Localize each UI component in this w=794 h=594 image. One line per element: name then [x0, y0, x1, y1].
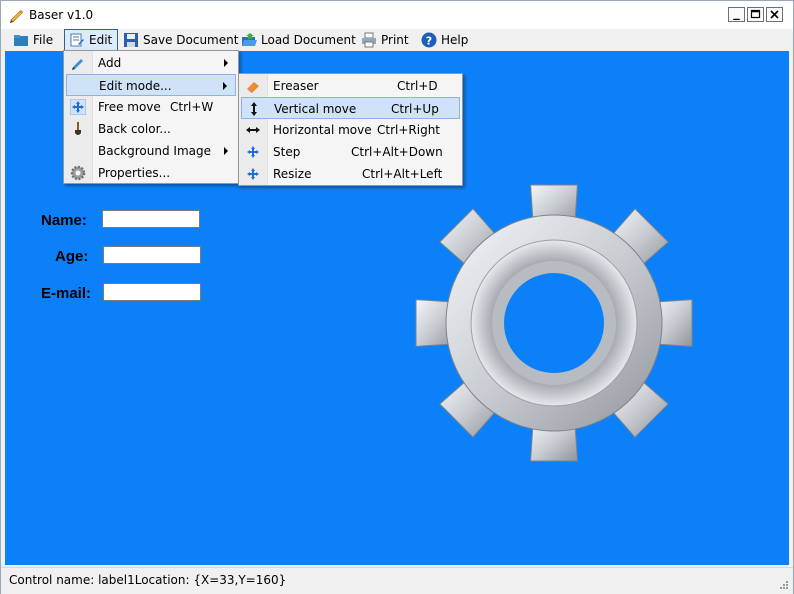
app-window: Baser v1.0 _ File Edit Save Document Loa… — [0, 0, 794, 594]
edit-menu-add-label: Add — [98, 56, 122, 70]
close-icon — [770, 10, 779, 19]
email-label: E-mail: — [41, 285, 92, 302]
status-text: Control name: label1Location: {X=33,Y=16… — [9, 573, 287, 587]
name-label: Name: — [41, 212, 87, 229]
edit-mode-submenu: Ereaser Ctrl+D Vertical move Ctrl+Up Hor… — [238, 73, 463, 186]
edit-mode-resize-shortcut: Ctrl+Alt+Left — [362, 167, 443, 181]
edit-menu-background-image-label: Background Image — [98, 144, 211, 158]
menu-edit-label: Edit — [89, 33, 113, 47]
svg-text:?: ? — [426, 35, 432, 48]
age-input[interactable] — [103, 246, 201, 264]
name-input[interactable] — [102, 210, 200, 228]
edit-mode-horizontal-move-label: Horizontal move — [273, 123, 372, 137]
edit-mode-resize-label: Resize — [273, 167, 312, 181]
folder-icon — [14, 35, 28, 46]
menu-file-label: File — [33, 33, 54, 47]
email-input[interactable] — [103, 283, 201, 301]
edit-mode-ereaser-label: Ereaser — [273, 79, 319, 93]
menu-help[interactable]: ? Help — [421, 29, 468, 51]
edit-mode-vertical-move-label: Vertical move — [274, 102, 357, 116]
submenu-arrow-icon — [223, 82, 227, 90]
edit-mode-step-label: Step — [273, 145, 301, 159]
edit-mode-step[interactable]: Step Ctrl+Alt+Down — [241, 141, 460, 163]
edit-menu-dropdown: Add Edit mode... Free move Ctrl+W Back c… — [63, 50, 239, 184]
printer-icon — [362, 32, 376, 48]
gear-icon — [415, 184, 693, 462]
edit-menu-background-image[interactable]: Background Image — [66, 140, 236, 162]
window-title: Baser v1.0 — [29, 8, 94, 22]
edit-menu-properties-label: Properties... — [98, 166, 171, 180]
open-folder-icon — [242, 33, 257, 46]
help-icon: ? — [421, 32, 437, 48]
submenu-arrow-icon — [224, 147, 228, 155]
minimize-icon: _ — [733, 6, 740, 21]
edit-menu-add[interactable]: Add — [66, 52, 236, 74]
move-arrows-icon — [70, 99, 86, 115]
minimize-button[interactable]: _ — [728, 6, 745, 22]
close-button[interactable] — [766, 7, 783, 22]
age-label: Age: — [55, 248, 89, 265]
pencil-icon — [10, 10, 23, 23]
edit-mode-horizontal-move-shortcut: Ctrl+Right — [377, 123, 441, 137]
vertical-arrow-icon — [251, 102, 257, 116]
edit-menu-edit-mode-label: Edit mode... — [99, 79, 172, 93]
edit-mode-ereaser[interactable]: Ereaser Ctrl+D — [241, 75, 460, 97]
edit-menu-free-move-shortcut: Ctrl+W — [170, 100, 214, 114]
menu-save-label: Save Document — [143, 33, 239, 47]
edit-menu-free-move-label: Free move — [98, 100, 161, 114]
menu-print[interactable]: Print — [361, 29, 409, 51]
eraser-icon — [247, 82, 259, 93]
maximize-icon — [750, 9, 761, 19]
edit-mode-ereaser-shortcut: Ctrl+D — [397, 79, 438, 93]
brush-icon — [75, 122, 81, 135]
menu-load-document[interactable]: Load Document — [241, 29, 356, 51]
edit-mode-vertical-move-shortcut: Ctrl+Up — [391, 102, 439, 116]
menu-help-label: Help — [441, 33, 469, 47]
edit-menu-properties[interactable]: Properties... — [66, 162, 236, 184]
menu-print-label: Print — [381, 33, 409, 47]
title-bar: Baser v1.0 _ — [1, 1, 793, 29]
edit-menu-back-color[interactable]: Back color... — [66, 118, 236, 140]
pencil-icon — [72, 59, 83, 70]
menu-bar: File Edit Save Document Load Document Pr… — [1, 29, 793, 51]
edit-menu-back-color-label: Back color... — [98, 122, 171, 136]
maximize-button[interactable] — [747, 7, 764, 22]
edit-mode-step-shortcut: Ctrl+Alt+Down — [351, 145, 443, 159]
submenu-arrow-icon — [224, 59, 228, 67]
save-icon — [124, 33, 138, 47]
gear-icon — [70, 165, 86, 181]
horizontal-arrow-icon — [246, 127, 260, 133]
edit-menu-free-move[interactable]: Free move Ctrl+W — [66, 96, 236, 118]
edit-mode-resize[interactable]: Resize Ctrl+Alt+Left — [241, 163, 460, 185]
menu-load-label: Load Document — [261, 33, 356, 47]
menu-file[interactable]: File — [13, 29, 53, 51]
move-arrows-icon — [247, 168, 259, 180]
menu-save-document[interactable]: Save Document — [123, 29, 238, 51]
edit-mode-horizontal-move[interactable]: Horizontal move Ctrl+Right — [241, 119, 460, 141]
edit-mode-vertical-move[interactable]: Vertical move Ctrl+Up — [241, 97, 460, 119]
status-bar: Control name: label1Location: {X=33,Y=16… — [1, 567, 793, 594]
edit-doc-icon — [70, 33, 84, 47]
move-arrows-icon — [247, 146, 259, 158]
resize-grip-icon[interactable] — [779, 580, 789, 590]
edit-menu-edit-mode[interactable]: Edit mode... — [66, 74, 236, 96]
menu-edit[interactable]: Edit — [64, 29, 118, 51]
